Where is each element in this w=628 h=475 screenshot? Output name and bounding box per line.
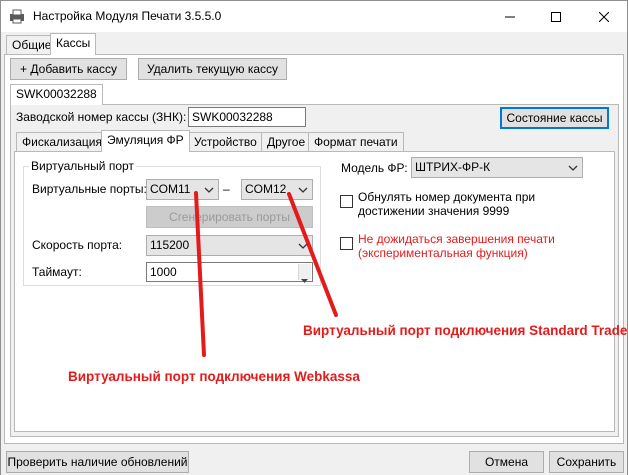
reset-doc-number-checkbox[interactable]: [340, 195, 353, 208]
chevron-down-icon: [568, 165, 578, 171]
tab-fiscalization[interactable]: Фискализация: [16, 132, 108, 152]
standard-trade-annotation: Виртуальный порт подключения Standard Tr…: [303, 323, 628, 338]
settings-window: Настройка Модуля Печати 3.5.5.0 Общие Ка…: [0, 0, 628, 475]
chevron-down-icon: [204, 187, 214, 193]
chevron-down-icon: [298, 243, 308, 249]
ports-dash: –: [223, 182, 230, 196]
no-wait-print-line2: (экспериментальная функция): [358, 246, 528, 260]
tab-registers[interactable]: Кассы: [50, 33, 97, 55]
maximize-button[interactable]: [533, 1, 579, 32]
minimize-button[interactable]: [487, 1, 533, 32]
printer-icon: [10, 9, 24, 24]
chevron-down-icon: [298, 187, 308, 193]
title-bar: Настройка Модуля Печати 3.5.5.0: [1, 1, 627, 32]
check-updates-button[interactable]: Проверить наличие обновлений: [6, 451, 189, 473]
reset-doc-number-line2: достижении значения 9999: [358, 204, 510, 218]
minimize-icon: [505, 16, 515, 17]
fr-model-label: Модель ФР:: [341, 161, 408, 175]
virtual-ports-label: Виртуальные порты:: [32, 182, 147, 196]
tab-register-swk00032288[interactable]: SWK00032288: [10, 84, 103, 105]
no-wait-print-line1: Не дожидаться завершения печати: [358, 232, 555, 246]
port-speed-label: Скорость порта:: [32, 238, 123, 252]
serial-input[interactable]: SWK00032288: [188, 107, 306, 127]
spin-down-icon: [301, 279, 308, 283]
no-wait-print-label: Не дожидаться завершения печати (экспери…: [358, 232, 555, 260]
tab-other[interactable]: Другое: [261, 132, 312, 152]
port2-select[interactable]: COM12: [241, 179, 313, 200]
tab-fr-emulation[interactable]: Эмуляция ФР: [101, 130, 190, 152]
close-icon: [599, 11, 609, 22]
no-wait-print-checkbox[interactable]: [340, 237, 353, 250]
webkassa-annotation: Виртуальный порт подключения Webkassa: [68, 369, 360, 384]
virtual-port-group-title: Виртуальный порт: [29, 159, 136, 173]
timeout-input[interactable]: 1000: [146, 262, 313, 283]
register-status-button[interactable]: Состояние кассы: [500, 107, 609, 129]
reset-doc-number-line1: Обнулять номер документа при: [358, 190, 536, 204]
reset-doc-number-label: Обнулять номер документа при достижении …: [358, 190, 535, 218]
fr-model-select[interactable]: ШТРИХ-ФР-К: [411, 157, 583, 178]
port1-value: COM11: [150, 182, 191, 196]
port1-select[interactable]: COM11: [146, 179, 219, 200]
port-speed-value: 115200: [150, 238, 190, 252]
port2-value: COM12: [245, 182, 287, 196]
add-register-button[interactable]: + Добавить кассу: [10, 58, 127, 80]
maximize-icon: [551, 11, 561, 22]
serial-label: Заводской номер кассы (ЗНК):: [16, 110, 187, 124]
save-button[interactable]: Сохранить: [549, 451, 624, 473]
timeout-value: 1000: [150, 265, 177, 279]
generate-ports-button[interactable]: Сгенерировать порты: [146, 206, 313, 228]
tab-device[interactable]: Устройство: [188, 132, 263, 152]
timeout-spin-up[interactable]: [298, 264, 311, 276]
tab-print-format[interactable]: Формат печати: [308, 132, 404, 152]
cancel-button[interactable]: Отмена: [469, 451, 544, 473]
window-title: Настройка Модуля Печати 3.5.5.0: [33, 9, 222, 23]
close-button[interactable]: [581, 1, 627, 32]
delete-register-button[interactable]: Удалить текущую кассу: [138, 58, 287, 80]
timeout-spin-down[interactable]: [298, 272, 311, 283]
port-speed-select[interactable]: 115200: [146, 235, 313, 256]
timeout-label: Таймаут:: [32, 265, 82, 279]
fr-model-value: ШТРИХ-ФР-К: [415, 160, 491, 174]
